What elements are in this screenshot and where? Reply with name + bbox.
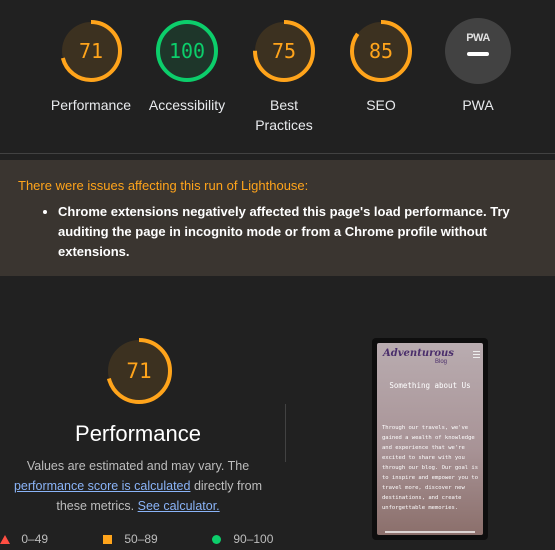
gauge-best-practices[interactable]: 75 Best Practices bbox=[236, 18, 332, 135]
warning-list: Chrome extensions negatively affected th… bbox=[18, 202, 548, 262]
gauge-score: 85 bbox=[368, 39, 394, 63]
legend-range: 90–100 bbox=[233, 532, 274, 546]
gauge-label: Performance bbox=[50, 97, 132, 113]
hamburger-menu-icon bbox=[473, 351, 480, 358]
performance-gauge[interactable]: 71 bbox=[104, 336, 174, 406]
gauge-score: 100 bbox=[168, 39, 206, 63]
category-gauges: 71 Performance 100 Accessibility 75 Best… bbox=[0, 0, 555, 154]
legend-average: 50–89 bbox=[103, 532, 158, 546]
performance-description: Values are estimated and may vary. The p… bbox=[5, 456, 271, 516]
gauge-seo[interactable]: 85 SEO bbox=[333, 18, 429, 115]
screenshot-logo-sub: Blog bbox=[435, 359, 448, 365]
vertical-divider bbox=[285, 404, 286, 462]
gauge-performance[interactable]: 71 Performance bbox=[43, 18, 139, 115]
screenshot-heading: Something about Us bbox=[389, 381, 471, 390]
score-legend: 0–49 50–89 90–100 bbox=[0, 532, 555, 550]
screenshot-screen: Adventurous Blog Something about Us Thro… bbox=[377, 343, 483, 535]
legend-range: 50–89 bbox=[124, 532, 158, 546]
screenshot-body: Through our travels, we've gained a weal… bbox=[382, 425, 479, 511]
legend-pass: 90–100 bbox=[212, 532, 273, 546]
gauge-ring: 100 bbox=[154, 18, 220, 84]
see-calculator-link[interactable]: See calculator. bbox=[138, 499, 220, 513]
triangle-fail-icon bbox=[0, 535, 10, 544]
gauge-label: Best Practices bbox=[255, 97, 313, 133]
square-average-icon bbox=[103, 535, 112, 544]
gauge-score: 75 bbox=[271, 39, 297, 63]
gauge-ring: 85 bbox=[348, 18, 414, 84]
description-text: Values are estimated and may vary. The bbox=[26, 459, 250, 473]
warning-box: There were issues affecting this run of … bbox=[0, 160, 555, 276]
warning-title: There were issues affecting this run of … bbox=[18, 178, 309, 193]
gauge-accessibility[interactable]: 100 Accessibility bbox=[139, 18, 235, 115]
performance-score: 71 bbox=[126, 359, 152, 383]
warning-item: Chrome extensions negatively affected th… bbox=[58, 202, 548, 262]
section-divider bbox=[0, 153, 555, 154]
screenshot-logo: Adventurous bbox=[383, 348, 454, 359]
score-calculation-link[interactable]: performance score is calculated bbox=[14, 479, 190, 493]
gauge-label: SEO bbox=[366, 97, 396, 113]
gauge-score: 71 bbox=[78, 39, 104, 63]
legend-range: 0–49 bbox=[21, 532, 49, 546]
gauge-pwa[interactable]: PWA PWA bbox=[430, 18, 526, 115]
circle-pass-icon bbox=[212, 535, 221, 544]
gauge-label: Accessibility bbox=[148, 97, 226, 113]
pwa-dash-icon bbox=[467, 52, 489, 56]
final-screenshot[interactable]: Adventurous Blog Something about Us Thro… bbox=[372, 338, 488, 540]
performance-title: Performance bbox=[75, 421, 201, 446]
gauge-label: PWA bbox=[462, 97, 494, 113]
legend-fail: 0–49 bbox=[0, 532, 48, 546]
pwa-badge-icon: PWA bbox=[445, 18, 511, 84]
gauge-ring: 75 bbox=[251, 18, 317, 84]
gauge-ring: 71 bbox=[58, 18, 124, 84]
pwa-badge-text: PWA bbox=[466, 32, 490, 44]
